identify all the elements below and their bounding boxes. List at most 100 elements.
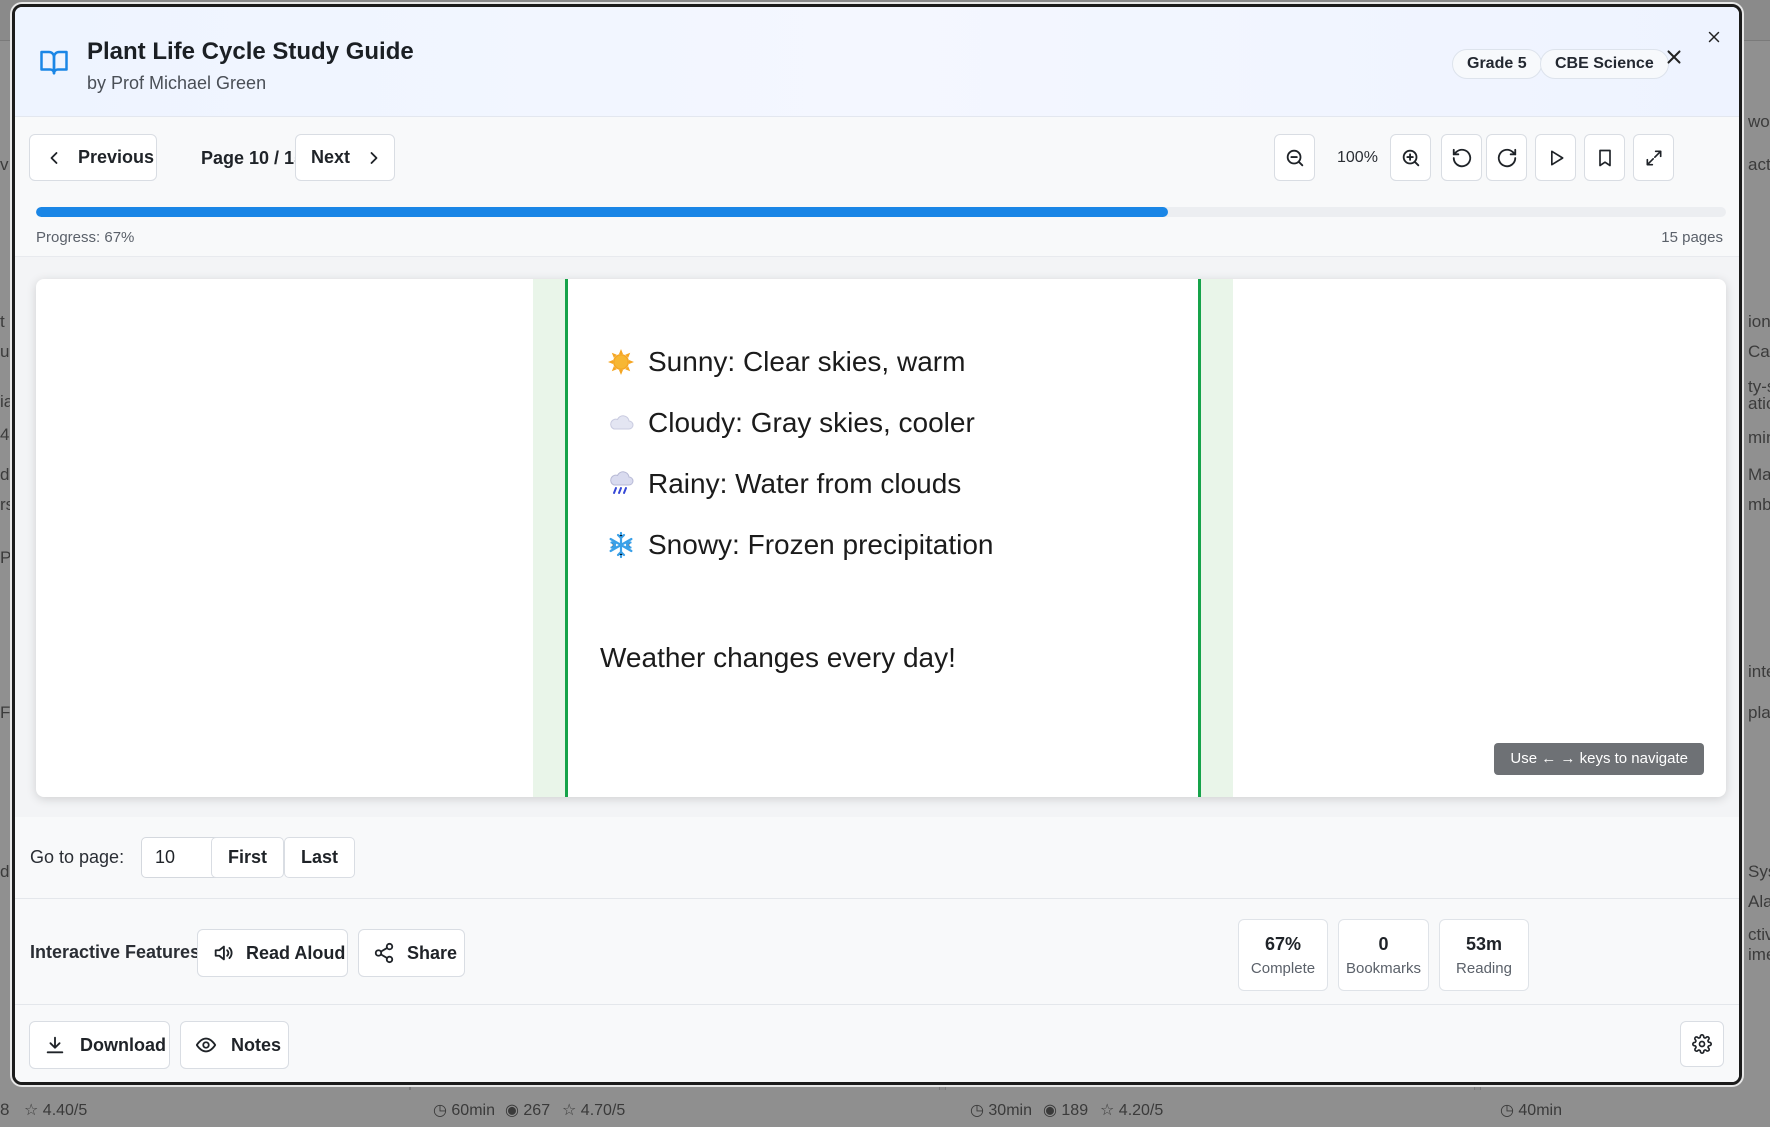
subject-badge: CBE Science [1540, 49, 1669, 79]
list-item-text: Sunny: Clear skies, warm [648, 345, 966, 377]
goto-page-bar: Go to page: First Last [15, 817, 1739, 899]
background-text: ctive [1748, 925, 1770, 944]
last-label: Last [301, 847, 339, 867]
background-text: ime [1748, 945, 1770, 964]
page-viewer: Sunny: Clear skies, warm Cloudy: Gray sk… [15, 257, 1739, 817]
guide-title: Plant Life Cycle Study Guide [87, 38, 414, 65]
download-label: Download [80, 1034, 166, 1055]
document-page: Sunny: Clear skies, warm Cloudy: Gray sk… [533, 279, 1233, 797]
stat-label: Complete [1250, 960, 1316, 977]
rotate-left-icon [1452, 148, 1471, 167]
background-text: ation [1748, 394, 1770, 413]
zoom-in-icon [1402, 149, 1419, 166]
background-meta: ☆ 4.70/5 [562, 1102, 626, 1119]
previous-button[interactable]: Previous [29, 134, 157, 181]
rotate-left-button[interactable] [1441, 134, 1482, 181]
interactive-features-bar: Interactive Features Read Aloud Share 67… [15, 899, 1739, 1005]
background-meta: ◉ 189 [1043, 1102, 1089, 1119]
stat-card-reading: 53m Reading [1439, 919, 1529, 991]
background-meta: ☆ 4.40/5 [24, 1102, 88, 1119]
background-text: v [0, 155, 9, 174]
background-text: ion [1748, 312, 1770, 331]
chevron-left-icon [50, 151, 58, 164]
first-page-button[interactable]: First [211, 837, 285, 878]
progress-bar [36, 207, 1726, 217]
bookmark-icon [1598, 149, 1611, 166]
cloud-icon [606, 408, 636, 438]
snowflake-icon [606, 530, 636, 560]
stat-value: 0 [1378, 934, 1389, 954]
chevron-right-icon [370, 151, 378, 164]
stat-value: 67% [1264, 934, 1302, 954]
modal-footer: Download Notes [15, 1005, 1739, 1082]
progress-bar-fill [36, 207, 1169, 217]
study-guide-modal: Plant Life Cycle Study Guide by Prof Mic… [12, 4, 1742, 1085]
rain-cloud-icon [606, 469, 636, 499]
sun-icon [606, 347, 636, 377]
settings-button[interactable] [1680, 1021, 1724, 1067]
list-item-text: Cloudy: Gray skies, cooler [648, 406, 975, 438]
list-item: Sunny: Clear skies, warm [606, 331, 994, 392]
progress-text: Progress: 67% [36, 229, 135, 246]
stat-label: Reading [1456, 960, 1512, 977]
zoom-level: 100% [1337, 149, 1378, 166]
notes-button[interactable]: Notes [180, 1021, 289, 1069]
stat-card-bookmarks: 0 Bookmarks [1338, 919, 1429, 991]
download-button[interactable]: Download [29, 1021, 170, 1069]
total-pages-text: 15 pages [1661, 229, 1723, 246]
list-item-text: Snowy: Frozen precipitation [648, 528, 994, 560]
next-label: Next [311, 147, 351, 167]
stat-card-complete: 67% Complete [1238, 919, 1328, 991]
book-icon [40, 50, 68, 75]
last-page-button[interactable]: Last [284, 837, 356, 878]
background-text: inte [1748, 662, 1770, 681]
background-text: Alar [1748, 892, 1770, 911]
background-text: d [0, 862, 10, 881]
close-button[interactable] [1662, 46, 1686, 70]
guide-author: by Prof Michael Green [87, 73, 267, 93]
zoom-in-button[interactable] [1390, 134, 1431, 181]
navigation-toolbar: Previous Page 10 / 15 Next 100% [15, 117, 1739, 207]
play-button[interactable] [1535, 134, 1576, 181]
background-text: min [1748, 428, 1770, 447]
background-text: Ma [1748, 465, 1770, 484]
list-item: Cloudy: Gray skies, cooler [606, 392, 994, 453]
background-text: d [0, 465, 10, 484]
rotate-right-icon [1497, 148, 1516, 167]
bookmark-button[interactable] [1584, 134, 1625, 181]
background-text: wo [1748, 112, 1770, 131]
close-icon [1667, 50, 1681, 64]
background-text: 8 [0, 1100, 10, 1119]
rotate-right-button[interactable] [1486, 134, 1527, 181]
zoom-out-icon [1286, 149, 1303, 166]
page-indicator: Page 10 / 15 [201, 148, 305, 168]
stat-label: Bookmarks [1345, 960, 1422, 977]
stat-value: 53m [1465, 934, 1503, 954]
download-icon [46, 1036, 64, 1054]
background-meta: ◉ 267 [505, 1102, 551, 1119]
background-text: Sys [1748, 862, 1770, 881]
close-overlay-button[interactable] [1704, 28, 1724, 48]
background-text: plan [1748, 703, 1770, 722]
background-text: Car [1748, 342, 1770, 361]
gear-icon [1692, 1034, 1712, 1054]
list-item-text: Rainy: Water from clouds [648, 467, 962, 499]
speaker-icon [214, 945, 233, 961]
play-icon [1550, 150, 1563, 165]
page-canvas: Sunny: Clear skies, warm Cloudy: Gray sk… [36, 279, 1726, 797]
close-icon [1708, 31, 1720, 43]
read-aloud-button[interactable]: Read Aloud [197, 929, 348, 977]
progress-section: Progress: 67% 15 pages [15, 207, 1739, 257]
background-text: u [0, 342, 10, 361]
document-content: Sunny: Clear skies, warm Cloudy: Gray sk… [565, 279, 1201, 797]
modal-header: Plant Life Cycle Study Guide by Prof Mic… [15, 7, 1739, 117]
zoom-out-button[interactable] [1274, 134, 1315, 181]
background-meta: ◷ 30min [970, 1102, 1032, 1119]
list-item: Snowy: Frozen precipitation [606, 514, 994, 575]
fullscreen-button[interactable] [1633, 134, 1674, 181]
share-button[interactable]: Share [358, 929, 465, 977]
read-aloud-label: Read Aloud [246, 942, 346, 963]
next-button[interactable]: Next [295, 134, 395, 181]
background-text: t [0, 312, 5, 331]
first-label: First [228, 847, 268, 867]
